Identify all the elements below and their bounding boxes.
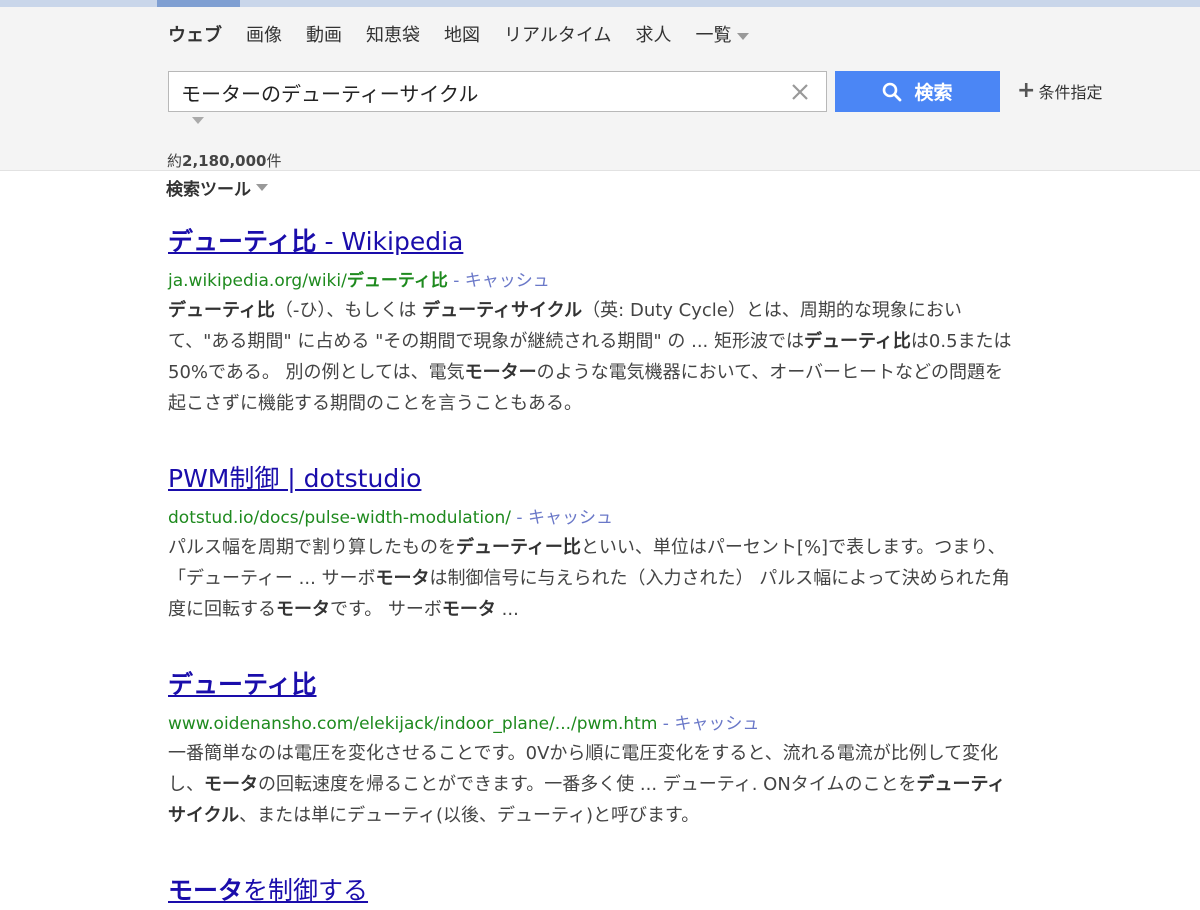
active-tab-indicator [157,0,240,7]
result-count-suffix: 件 [266,152,282,170]
search-icon [883,82,902,101]
result-title-link[interactable]: デューティ比 - Wikipedia [168,222,463,258]
tab-chiebukuro[interactable]: 知恵袋 [366,21,420,47]
text-segment: 、または単にデューティ(以後、デューティ)と呼びます。 [239,805,700,826]
tab-maps[interactable]: 地図 [444,21,480,47]
search-button-label: 検索 [914,83,953,104]
advanced-conditions-link[interactable]: + 条件指定 [1017,79,1102,103]
search-input[interactable] [179,72,783,113]
text-segment: PWM制御 | dotstudio [168,464,422,493]
tab-more-label: 一覧 [695,25,732,46]
highlight-text: デューティ比 [168,300,275,321]
result-url: ja.wikipedia.org/wiki/デューティ比 - キャッシュ [168,266,1028,291]
tab-images[interactable]: 画像 [246,21,282,47]
search-result: モータを制御する [168,871,1028,907]
highlight-text: デューティ比 [168,227,317,256]
cache-link[interactable]: キャッシュ [528,508,613,528]
result-url: dotstud.io/docs/pulse-width-modulation/ … [168,503,1028,528]
text-segment: - Wikipedia [316,227,464,256]
text-segment: dotstud.io/docs/pulse-width-modulation/ [168,508,512,528]
suggest-chevron-down-icon[interactable] [192,117,204,124]
search-tools-label: 検索ツール [166,180,251,200]
cache-link[interactable]: キャッシュ [465,271,550,291]
highlight-text: モータ [168,876,244,905]
tab-videos[interactable]: 動画 [306,21,342,47]
search-result: デューティ比 www.oidenansho.com/elekijack/indo… [168,665,1028,831]
tab-jobs[interactable]: 求人 [635,21,671,47]
result-url-text: dotstud.io/docs/pulse-width-modulation/ [168,508,511,528]
result-snippet: 一番簡単なのは電圧を変化させることです。0Vから順に電圧変化をすると、流れる電流… [168,738,1018,831]
result-title-link[interactable]: デューティ比 [168,665,317,701]
result-count-prefix: 約 [167,152,183,170]
highlight-text: デューティー比 [456,537,581,558]
result-snippet: デューティ比（-ひ）、もしくは デューティサイクル（英: Duty Cycle）… [168,295,1018,419]
url-separator: - [511,508,528,528]
url-separator: - [657,714,675,734]
result-title-link[interactable]: モータを制御する [168,871,368,907]
text-segment: の回転速度を帰ることができます。一番多く使 ... デューティ. ONタイムのこ… [258,774,917,795]
text-segment: です。 サーボ [330,599,442,620]
result-title-link[interactable]: PWM制御 | dotstudio [168,459,421,495]
text-segment: （-ひ）、もしくは [274,300,423,321]
conditions-label: 条件指定 [1038,83,1103,102]
highlight-text: デューティサイクル [422,300,583,321]
highlight-text: モータ [441,599,496,620]
close-icon[interactable] [788,80,812,104]
plus-icon: + [1017,78,1036,103]
chevron-down-icon [256,184,268,191]
search-button[interactable]: 検索 [835,71,1000,112]
text-segment: を制御する [243,876,369,905]
highlight-text: デューティ比 [346,271,448,291]
tab-more[interactable]: 一覧 [695,21,750,47]
search-tools-toggle[interactable]: 検索ツール [166,175,268,200]
highlight-text: デューティ比 [804,331,911,352]
url-separator: - [447,271,465,291]
search-result: PWM制御 | dotstudio dotstud.io/docs/pulse-… [168,459,1028,625]
result-count-number: 2,180,000 [182,152,267,170]
tab-web[interactable]: ウェブ [168,21,222,47]
result-url: www.oidenansho.com/elekijack/indoor_plan… [168,709,1028,734]
result-snippet: パルス幅を周期で割り算したものをデューティー比といい、単位はパーセント[%]で表… [168,532,1018,625]
cache-link[interactable]: キャッシュ [674,714,759,734]
highlight-text: デューティ比 [168,670,317,699]
tab-realtime[interactable]: リアルタイム [504,21,611,47]
result-url-text: ja.wikipedia.org/wiki/デューティ比 [168,271,448,291]
text-segment: ... [495,599,519,620]
chevron-down-icon [737,32,750,40]
highlight-text: モータ [375,568,430,589]
result-count: 約2,180,000件 [167,150,282,171]
highlight-text: モータ [204,774,258,795]
highlight-text: モータ [276,599,330,620]
highlight-text: モーター [464,362,537,383]
search-box [168,71,827,113]
text-segment: ja.wikipedia.org/wiki/ [168,271,347,291]
result-url-text: www.oidenansho.com/elekijack/indoor_plan… [168,714,657,734]
text-segment: www.oidenansho.com/elekijack/indoor_plan… [168,714,658,734]
text-segment: パルス幅を周期で割り算したものを [168,537,456,558]
vertical-tabs: ウェブ 画像 動画 知恵袋 地図 リアルタイム 求人 一覧 [168,21,773,47]
search-header: ウェブ 画像 動画 知恵袋 地図 リアルタイム 求人 一覧 検索 + 条件指定 … [0,7,1200,171]
search-result: デューティ比 - Wikipedia ja.wikipedia.org/wiki… [168,222,1028,419]
